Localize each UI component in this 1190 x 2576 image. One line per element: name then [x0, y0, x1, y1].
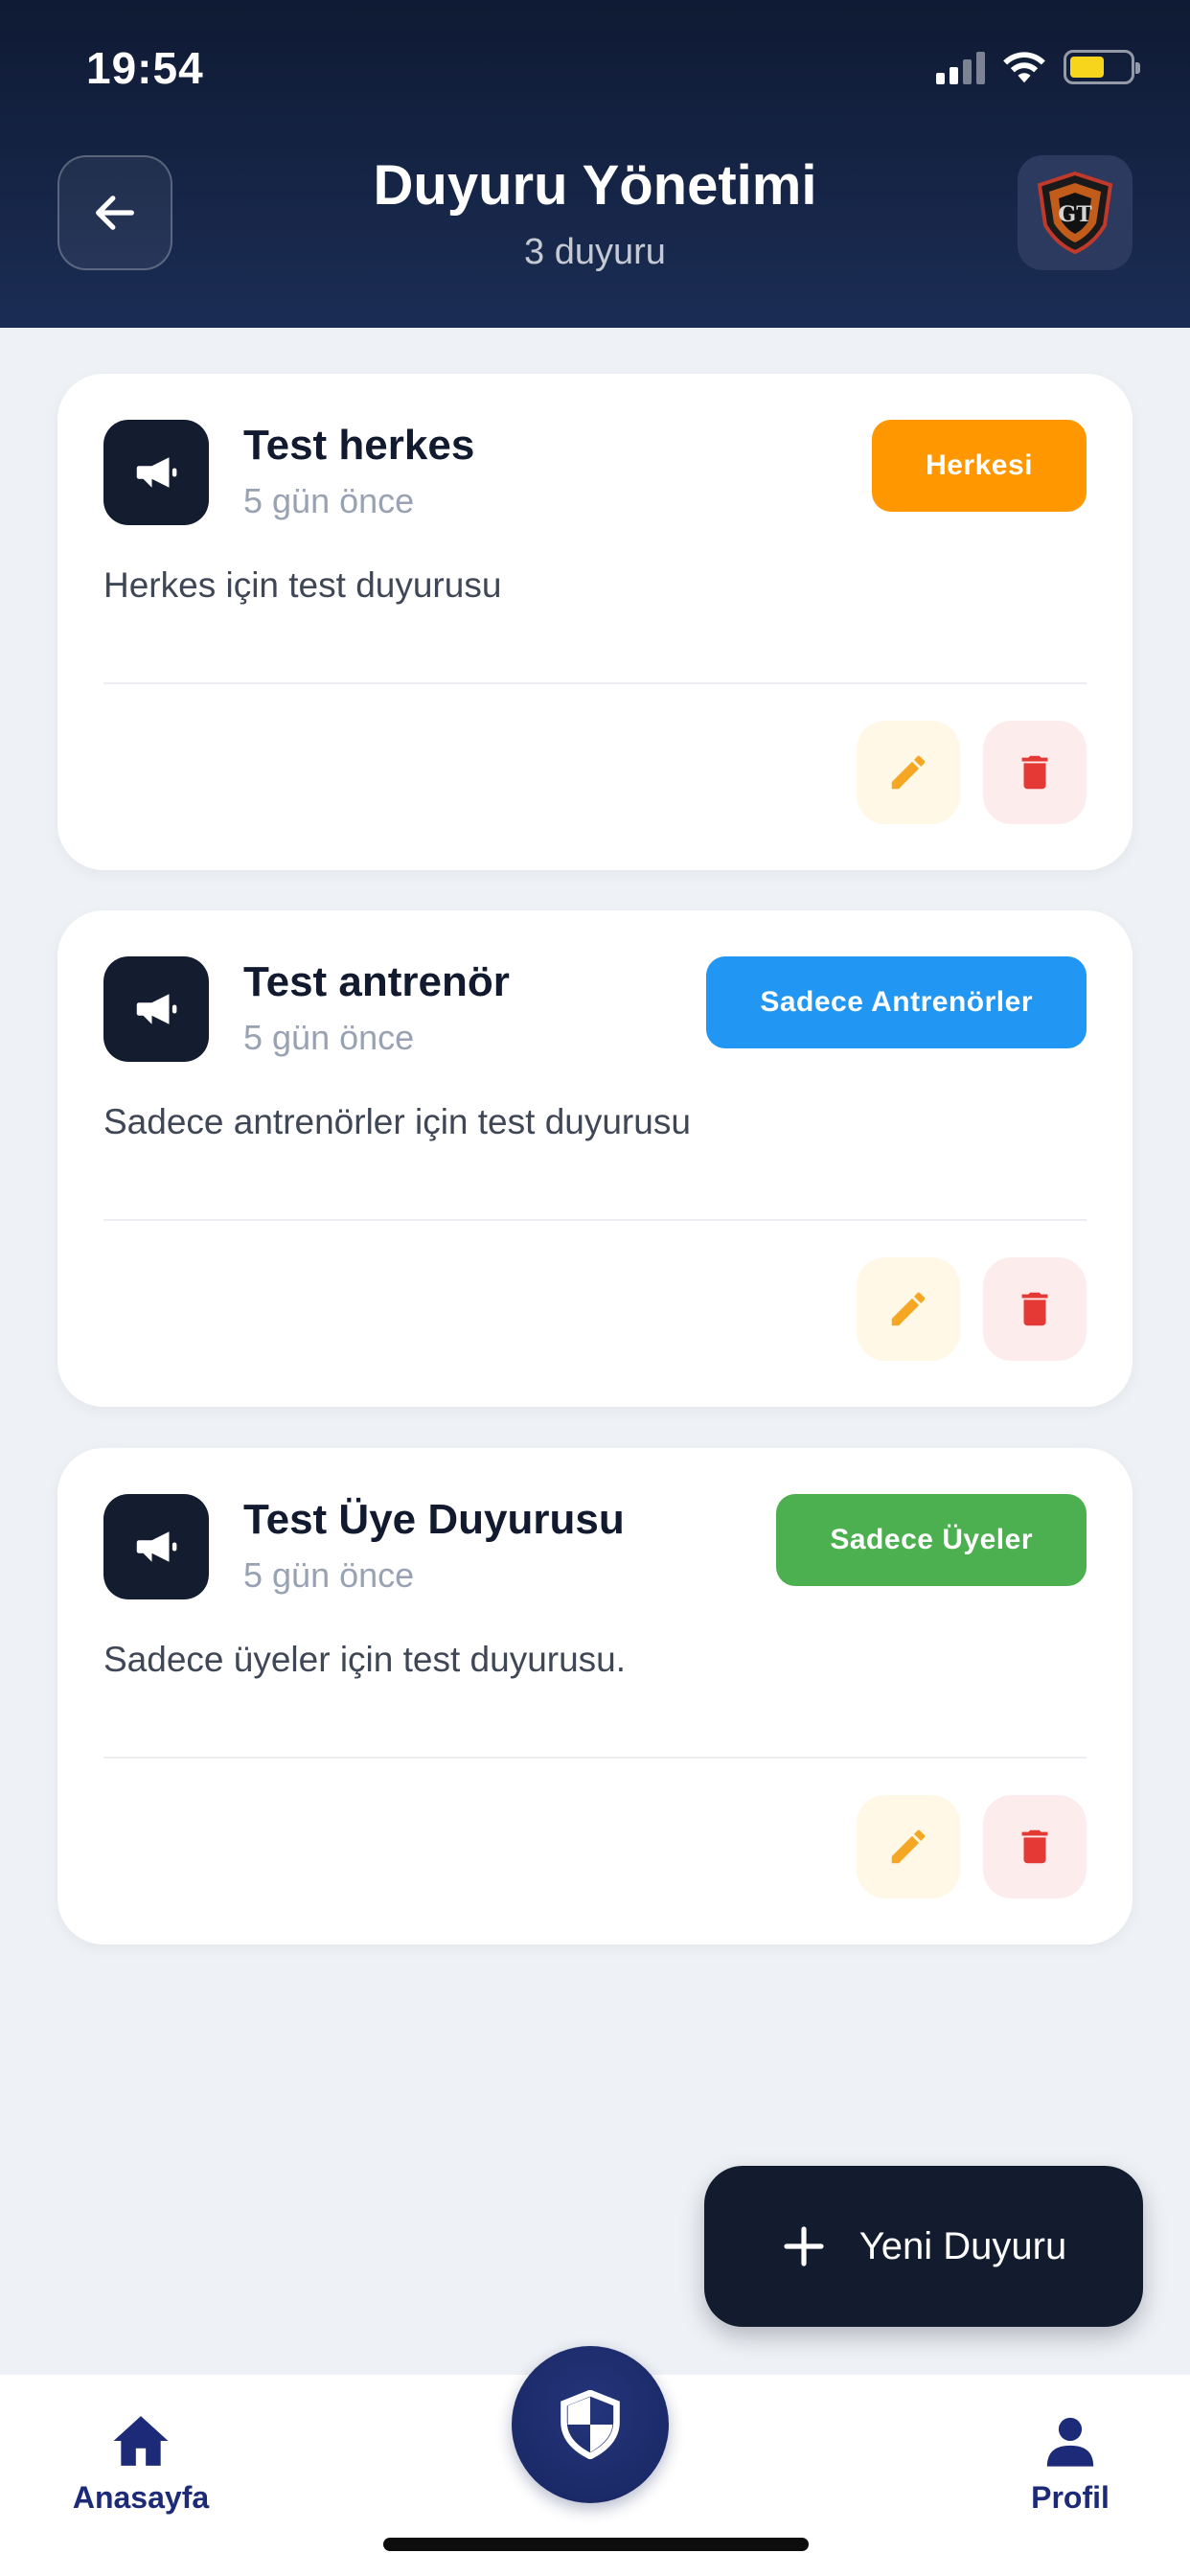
delete-button[interactable]	[983, 721, 1087, 824]
pencil-icon	[891, 1292, 926, 1326]
megaphone-icon	[103, 1494, 209, 1599]
battery-icon	[1064, 50, 1140, 84]
status-time: 19:54	[86, 43, 204, 93]
edit-button[interactable]	[857, 721, 960, 824]
shield-icon	[561, 2390, 620, 2459]
trash-icon	[1021, 1829, 1048, 1864]
pencil-icon	[891, 755, 926, 790]
delete-button[interactable]	[983, 1257, 1087, 1361]
announcement-body: Herkes için test duyurusu	[103, 565, 502, 605]
megaphone-icon	[103, 420, 209, 525]
divider	[103, 1219, 1087, 1221]
announcement-title: Test herkes	[243, 422, 475, 469]
plus-icon	[784, 2226, 824, 2266]
announcement-card[interactable]: Test herkes 5 gün önce Herkesi Herkes iç…	[57, 374, 1133, 870]
nav-profile-label: Profil	[1031, 2480, 1110, 2515]
announcement-title: Test Üye Duyurusu	[243, 1496, 625, 1543]
new-announcement-label: Yeni Duyuru	[858, 2224, 1067, 2267]
edit-button[interactable]	[857, 1795, 960, 1898]
user-icon	[1046, 2417, 1094, 2467]
divider	[103, 1757, 1087, 1759]
edit-button[interactable]	[857, 1257, 960, 1361]
center-shield-button[interactable]	[512, 2346, 669, 2503]
nav-profile[interactable]: Profil	[1008, 2413, 1133, 2516]
megaphone-icon	[103, 956, 209, 1062]
announcement-time: 5 gün önce	[243, 1555, 415, 1595]
home-icon	[113, 2416, 169, 2466]
wifi-icon	[1003, 52, 1045, 83]
announcement-title: Test antrenör	[243, 958, 510, 1005]
app-header: 19:54 Duyuru Yönetimi 3 duyuru GT	[0, 0, 1190, 328]
pencil-icon	[891, 1829, 926, 1864]
new-announcement-button[interactable]: Yeni Duyuru	[704, 2166, 1143, 2327]
status-icons	[936, 50, 1140, 84]
announcement-count: 3 duyuru	[524, 232, 666, 272]
trash-icon	[1021, 1292, 1048, 1326]
audience-badge: Sadece Antrenörler	[706, 956, 1087, 1048]
trash-icon	[1021, 755, 1048, 790]
nav-home[interactable]: Anasayfa	[69, 2413, 213, 2516]
cellular-signal-icon	[936, 50, 985, 84]
divider	[103, 682, 1087, 684]
announcement-card[interactable]: Test Üye Duyurusu 5 gün önce Sadece Üyel…	[57, 1448, 1133, 1944]
announcement-card[interactable]: Test antrenör 5 gün önce Sadece Antrenör…	[57, 910, 1133, 1407]
announcement-time: 5 gün önce	[243, 481, 415, 520]
delete-button[interactable]	[983, 1795, 1087, 1898]
club-logo[interactable]: GT	[1018, 155, 1133, 270]
announcement-time: 5 gün önce	[243, 1018, 415, 1057]
gt-shield-logo-icon: GT	[1037, 171, 1113, 255]
audience-badge: Sadece Üyeler	[776, 1494, 1087, 1586]
home-indicator	[383, 2538, 809, 2551]
nav-home-label: Anasayfa	[72, 2480, 210, 2515]
page-title: Duyuru Yönetimi	[373, 154, 817, 217]
svg-text:GT: GT	[1058, 202, 1092, 227]
audience-badge: Herkesi	[872, 420, 1087, 512]
announcement-body: Sadece üyeler için test duyurusu.	[103, 1640, 627, 1679]
announcement-body: Sadece antrenörler için test duyurusu	[103, 1102, 691, 1141]
